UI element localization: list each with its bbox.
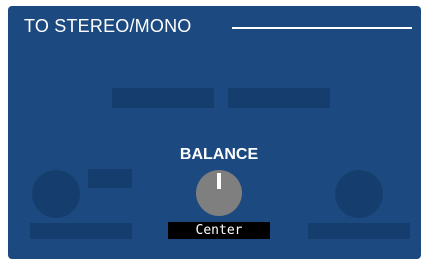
inactive-value-box-left (30, 223, 132, 239)
inactive-knob-right (335, 170, 383, 218)
balance-label: BALANCE (179, 146, 259, 163)
inactive-small-button (88, 169, 132, 188)
section-title: TO STEREO/MONO (24, 16, 192, 36)
knob-indicator (217, 173, 221, 189)
inactive-button-left (112, 88, 214, 108)
balance-value-display[interactable]: Center (168, 222, 270, 239)
title-divider-line (232, 27, 412, 29)
balance-knob[interactable] (196, 170, 242, 216)
inactive-button-right (228, 88, 330, 108)
to-stereo-mono-panel: TO STEREO/MONO BALANCE Center (8, 6, 421, 259)
inactive-value-box-right (308, 223, 410, 239)
inactive-knob-left (32, 170, 80, 218)
